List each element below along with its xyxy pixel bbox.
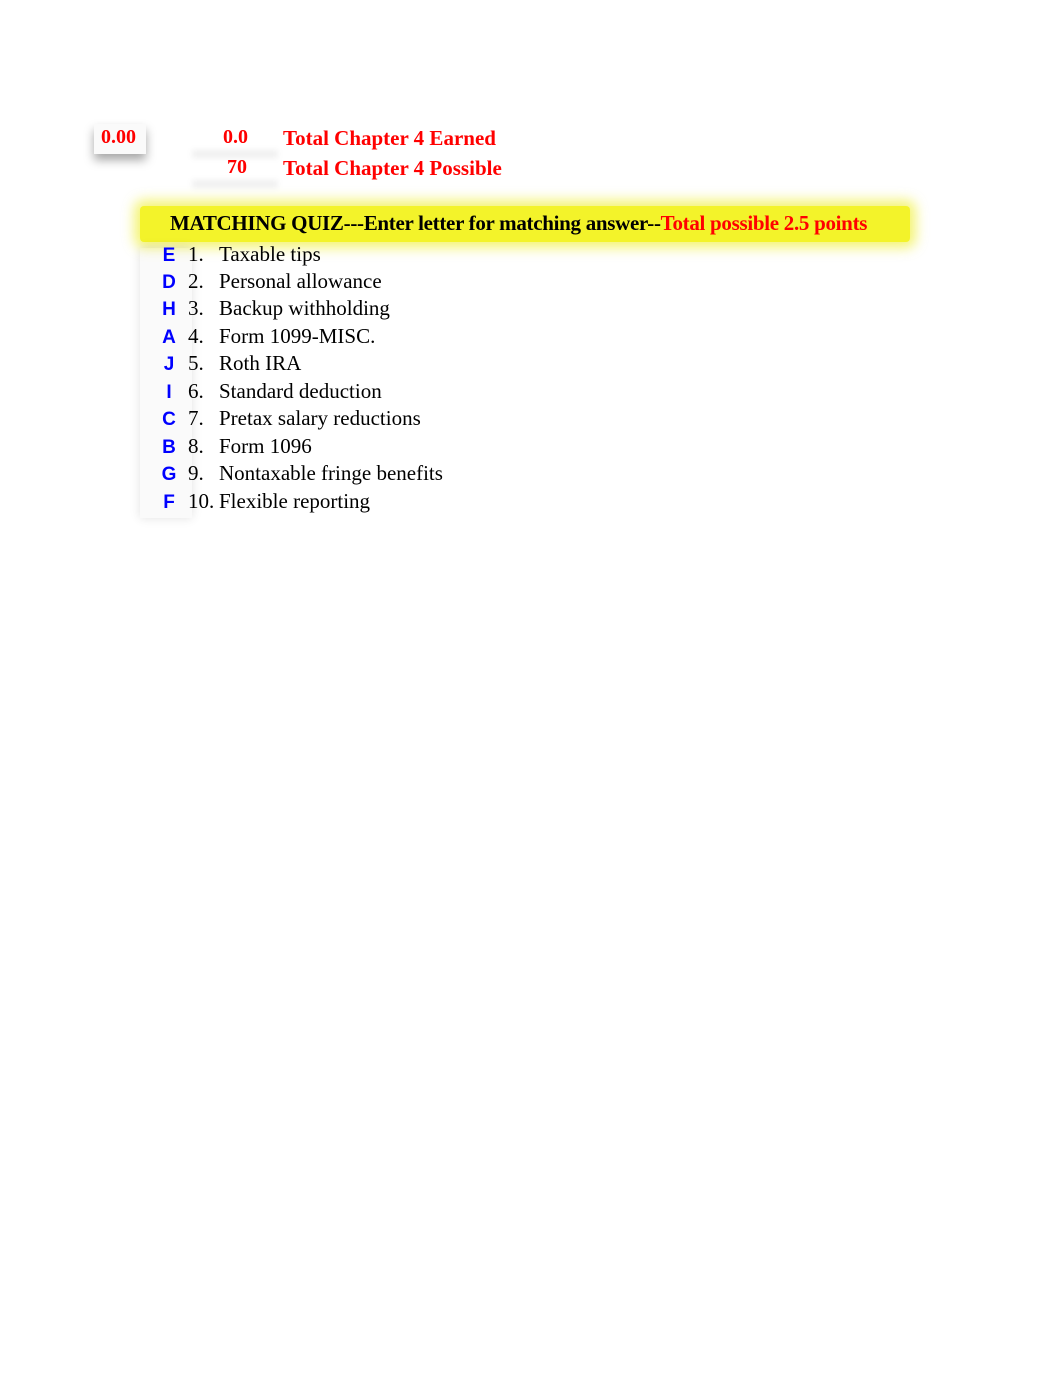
possible-value: 70 <box>227 156 247 178</box>
item-number: 1. <box>188 242 204 266</box>
answer-cell[interactable]: I <box>150 382 188 404</box>
quiz-item: F 10. Flexible reporting <box>150 489 370 516</box>
item-term: Nontaxable fringe benefits <box>219 461 443 485</box>
quiz-item: E 1. Taxable tips <box>150 242 321 269</box>
answer-cell[interactable]: B <box>150 437 188 459</box>
quiz-title: MATCHING QUIZ---Enter letter for matchin… <box>170 211 867 236</box>
item-number: 5. <box>188 351 204 375</box>
score-value: 0.00 <box>101 126 136 148</box>
quiz-title-instructions: MATCHING QUIZ---Enter letter for matchin… <box>170 211 661 235</box>
answer-cell[interactable]: H <box>150 299 188 321</box>
item-number: 10. <box>188 489 215 513</box>
answer-cell[interactable]: G <box>150 464 188 486</box>
answer-cell[interactable]: D <box>150 272 188 294</box>
item-number: 8. <box>188 434 204 458</box>
earned-label: Total Chapter 4 Earned <box>283 126 496 150</box>
item-number: 6. <box>188 379 204 403</box>
quiz-item: B 8. Form 1096 <box>150 434 312 461</box>
cell-shadow <box>192 180 278 188</box>
quiz-item: C 7. Pretax salary reductions <box>150 406 421 433</box>
quiz-item: J 5. Roth IRA <box>150 351 302 378</box>
possible-label: Total Chapter 4 Possible <box>283 156 502 180</box>
item-term: Roth IRA <box>219 351 302 375</box>
answer-cell[interactable]: A <box>150 327 188 349</box>
item-term: Form 1096 <box>219 434 312 458</box>
item-term: Taxable tips <box>219 242 321 266</box>
item-term: Form 1099-MISC. <box>219 324 376 348</box>
item-number: 4. <box>188 324 204 348</box>
quiz-item: H 3. Backup withholding <box>150 296 390 323</box>
quiz-item: I 6. Standard deduction <box>150 379 382 406</box>
quiz-item: G 9. Nontaxable fringe benefits <box>150 461 443 488</box>
answer-cell[interactable]: E <box>150 245 188 267</box>
earned-value: 0.0 <box>223 126 248 148</box>
item-term: Personal allowance <box>219 269 382 293</box>
item-term: Flexible reporting <box>219 489 371 513</box>
answer-cell[interactable]: J <box>150 354 188 376</box>
item-number: 3. <box>188 296 204 320</box>
quiz-title-points: Total possible 2.5 points <box>660 211 868 235</box>
answer-cell[interactable]: F <box>150 492 188 514</box>
quiz-item: D 2. Personal allowance <box>150 269 382 296</box>
item-term: Backup withholding <box>219 296 390 320</box>
quiz-item: A 4. Form 1099-MISC. <box>150 324 375 351</box>
item-number: 7. <box>188 406 204 430</box>
item-term: Pretax salary reductions <box>219 406 421 430</box>
item-number: 9. <box>188 461 204 485</box>
item-number: 2. <box>188 269 204 293</box>
answer-cell[interactable]: C <box>150 409 188 431</box>
item-term: Standard deduction <box>219 379 382 403</box>
